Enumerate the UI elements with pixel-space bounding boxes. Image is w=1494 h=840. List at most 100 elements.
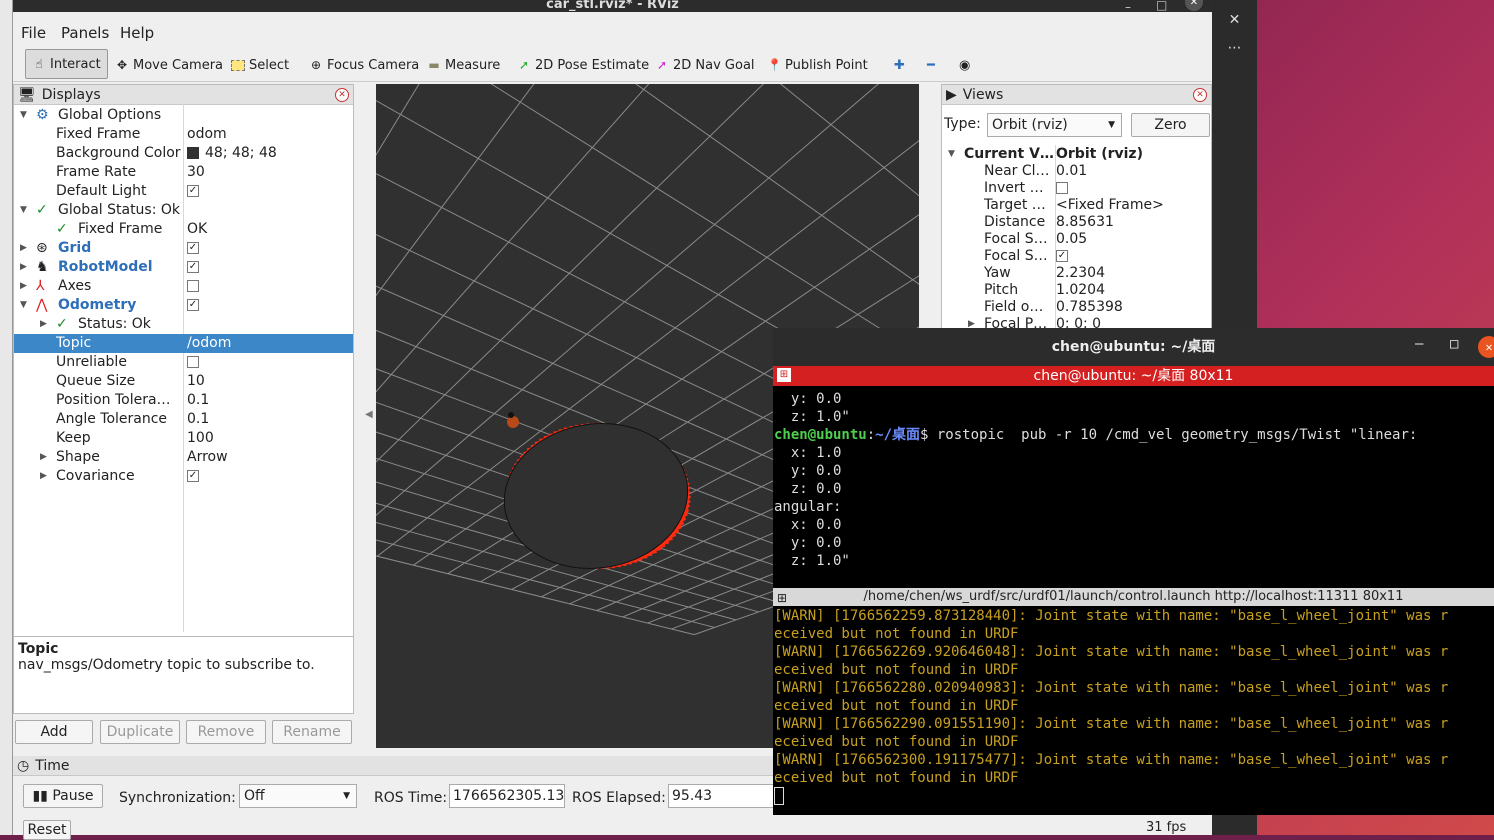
view-row[interactable]: Focal S…0.05 bbox=[942, 231, 1211, 248]
display-row[interactable]: ▶✓Status: Ok bbox=[14, 315, 353, 334]
checkbox[interactable]: ✓ bbox=[187, 470, 199, 482]
nav-goal-button[interactable]: ➚2D Nav Goal bbox=[655, 54, 755, 76]
display-row-value[interactable] bbox=[187, 277, 199, 296]
view-row-value[interactable] bbox=[1056, 180, 1068, 197]
expand-down-icon[interactable]: ▼ bbox=[948, 146, 955, 163]
reset-button[interactable]: Reset bbox=[23, 820, 71, 840]
view-row[interactable]: Target …<Fixed Frame> bbox=[942, 197, 1211, 214]
expand-right-icon[interactable]: ▶ bbox=[20, 258, 27, 277]
duplicate-button[interactable]: Duplicate bbox=[100, 720, 180, 744]
focus-camera-button[interactable]: ⊕Focus Camera bbox=[309, 54, 419, 76]
display-row[interactable]: Position Tolera…0.1 bbox=[14, 391, 353, 410]
view-row[interactable]: Pitch1.0204 bbox=[942, 282, 1211, 299]
close-icon[interactable]: ✕ bbox=[1478, 336, 1494, 358]
expand-down-icon[interactable]: ▼ bbox=[20, 296, 27, 315]
checkbox[interactable] bbox=[187, 280, 199, 292]
display-row[interactable]: ▶♞RobotModel✓ bbox=[14, 258, 353, 277]
view-row[interactable]: Distance8.85631 bbox=[942, 214, 1211, 231]
display-row[interactable]: ▶Covariance✓ bbox=[14, 467, 353, 486]
checkbox[interactable] bbox=[187, 356, 199, 368]
expand-right-icon[interactable]: ▶ bbox=[40, 315, 47, 334]
menu-panels[interactable]: Panels bbox=[61, 24, 109, 42]
eye-icon[interactable]: ◉ bbox=[959, 54, 970, 76]
display-row-value[interactable]: ✓ bbox=[187, 182, 199, 201]
select-button[interactable]: Select bbox=[231, 54, 289, 76]
publish-point-button[interactable]: 📍Publish Point bbox=[767, 54, 868, 76]
close-icon[interactable]: ✕ bbox=[1212, 0, 1257, 40]
expand-down-icon[interactable]: ▼ bbox=[20, 106, 27, 125]
menu-help[interactable]: Help bbox=[120, 24, 154, 42]
display-row[interactable]: ▶⅄Axes bbox=[14, 277, 353, 296]
maximize-icon[interactable]: □ bbox=[1156, 0, 1167, 12]
terminal-pane-2[interactable]: [WARN] [1766562259.873128440]: Joint sta… bbox=[773, 607, 1494, 807]
pose-estimate-button[interactable]: ➚2D Pose Estimate bbox=[517, 54, 649, 76]
display-row-value: Arrow bbox=[187, 448, 228, 467]
menu-file[interactable]: File bbox=[21, 24, 46, 42]
display-row[interactable]: ▼⚙Global Options bbox=[14, 106, 353, 125]
display-row[interactable]: ▼✓Global Status: Ok bbox=[14, 201, 353, 220]
close-icon[interactable]: ✕ bbox=[335, 88, 349, 102]
checkbox[interactable]: ✓ bbox=[187, 299, 199, 311]
maximize-icon[interactable]: □ bbox=[1450, 336, 1458, 352]
view-row[interactable]: Near Cl…0.01 bbox=[942, 163, 1211, 180]
interact-button[interactable]: ☝Interact bbox=[25, 49, 108, 79]
checkbox[interactable]: ✓ bbox=[187, 261, 199, 273]
checkbox[interactable]: ✓ bbox=[187, 242, 199, 254]
minimize-icon[interactable]: – bbox=[1125, 0, 1131, 14]
zero-button[interactable]: Zero bbox=[1131, 113, 1210, 137]
ros-time-field[interactable]: 1766562305.13 bbox=[449, 784, 565, 808]
display-row[interactable]: Queue Size10 bbox=[14, 372, 353, 391]
display-row-value[interactable]: ✓ bbox=[187, 239, 199, 258]
measure-button[interactable]: ▬Measure bbox=[427, 54, 500, 76]
checkbox[interactable]: ✓ bbox=[1056, 250, 1068, 262]
expand-right-icon[interactable]: ▶ bbox=[40, 448, 47, 467]
expand-down-icon[interactable]: ▼ bbox=[20, 201, 27, 220]
view-row[interactable]: Invert … bbox=[942, 180, 1211, 197]
display-row-value[interactable]: ✓ bbox=[187, 467, 199, 486]
display-row-value[interactable] bbox=[187, 353, 199, 372]
color-swatch[interactable] bbox=[187, 147, 199, 159]
minimize-icon[interactable]: – bbox=[1415, 336, 1423, 352]
display-row[interactable]: Unreliable bbox=[14, 353, 353, 372]
display-row[interactable]: ▶⊛Grid✓ bbox=[14, 239, 353, 258]
expand-right-icon[interactable]: ▶ bbox=[40, 467, 47, 486]
display-row[interactable]: Topic/odom bbox=[14, 334, 353, 353]
display-row[interactable]: ▶ShapeArrow bbox=[14, 448, 353, 467]
display-row-label: Grid bbox=[58, 239, 91, 258]
add-button[interactable]: Add bbox=[15, 720, 93, 744]
view-row[interactable]: Focal S…✓ bbox=[942, 248, 1211, 265]
display-row[interactable]: Fixed Frameodom bbox=[14, 125, 353, 144]
display-row-value[interactable]: ✓ bbox=[187, 296, 199, 315]
display-row[interactable]: Default Light✓ bbox=[14, 182, 353, 201]
display-row[interactable]: ✓Fixed FrameOK bbox=[14, 220, 353, 239]
display-row-value[interactable]: ✓ bbox=[187, 258, 199, 277]
move-camera-button[interactable]: ✥Move Camera bbox=[115, 54, 223, 76]
ros-elapsed-field[interactable]: 95.43 bbox=[668, 784, 773, 808]
terminal-pane-1[interactable]: y: 0.0 z: 1.0"chen@ubuntu:~/桌面$ rostopic… bbox=[773, 390, 1494, 586]
remove-tool-icon[interactable]: ━ bbox=[927, 54, 935, 76]
pause-button[interactable]: ▮▮ Pause bbox=[23, 784, 103, 808]
expand-right-icon[interactable]: ▶ bbox=[20, 277, 27, 296]
display-row[interactable]: Keep100 bbox=[14, 429, 353, 448]
view-row-value: 1.0204 bbox=[1056, 282, 1105, 299]
close-icon[interactable]: ✕ bbox=[1193, 88, 1207, 102]
display-row[interactable]: Frame Rate30 bbox=[14, 163, 353, 182]
remove-button[interactable]: Remove bbox=[186, 720, 266, 744]
view-row[interactable]: ▼Current V…Orbit (rviz) bbox=[942, 146, 1211, 163]
more-icon[interactable]: ⋯ bbox=[1212, 40, 1257, 70]
view-row[interactable]: Yaw2.2304 bbox=[942, 265, 1211, 282]
expand-right-icon[interactable]: ▶ bbox=[20, 239, 27, 258]
view-row-value[interactable]: ✓ bbox=[1056, 248, 1068, 265]
view-type-select[interactable]: Orbit (rviz)▼ bbox=[987, 113, 1122, 137]
view-row-value: 8.85631 bbox=[1056, 214, 1114, 231]
checkbox[interactable] bbox=[1056, 182, 1068, 194]
display-row[interactable]: Angle Tolerance0.1 bbox=[14, 410, 353, 429]
display-row[interactable]: Background Color48; 48; 48 bbox=[14, 144, 353, 163]
add-tool-icon[interactable]: ✚ bbox=[894, 54, 905, 76]
sync-select[interactable]: Off▼ bbox=[239, 784, 357, 808]
rename-button[interactable]: Rename bbox=[272, 720, 352, 744]
panel-splitter[interactable]: ◀ bbox=[363, 84, 375, 748]
view-row[interactable]: Field o…0.785398 bbox=[942, 299, 1211, 316]
display-row[interactable]: ▼⋀Odometry✓ bbox=[14, 296, 353, 315]
checkbox[interactable]: ✓ bbox=[187, 185, 199, 197]
